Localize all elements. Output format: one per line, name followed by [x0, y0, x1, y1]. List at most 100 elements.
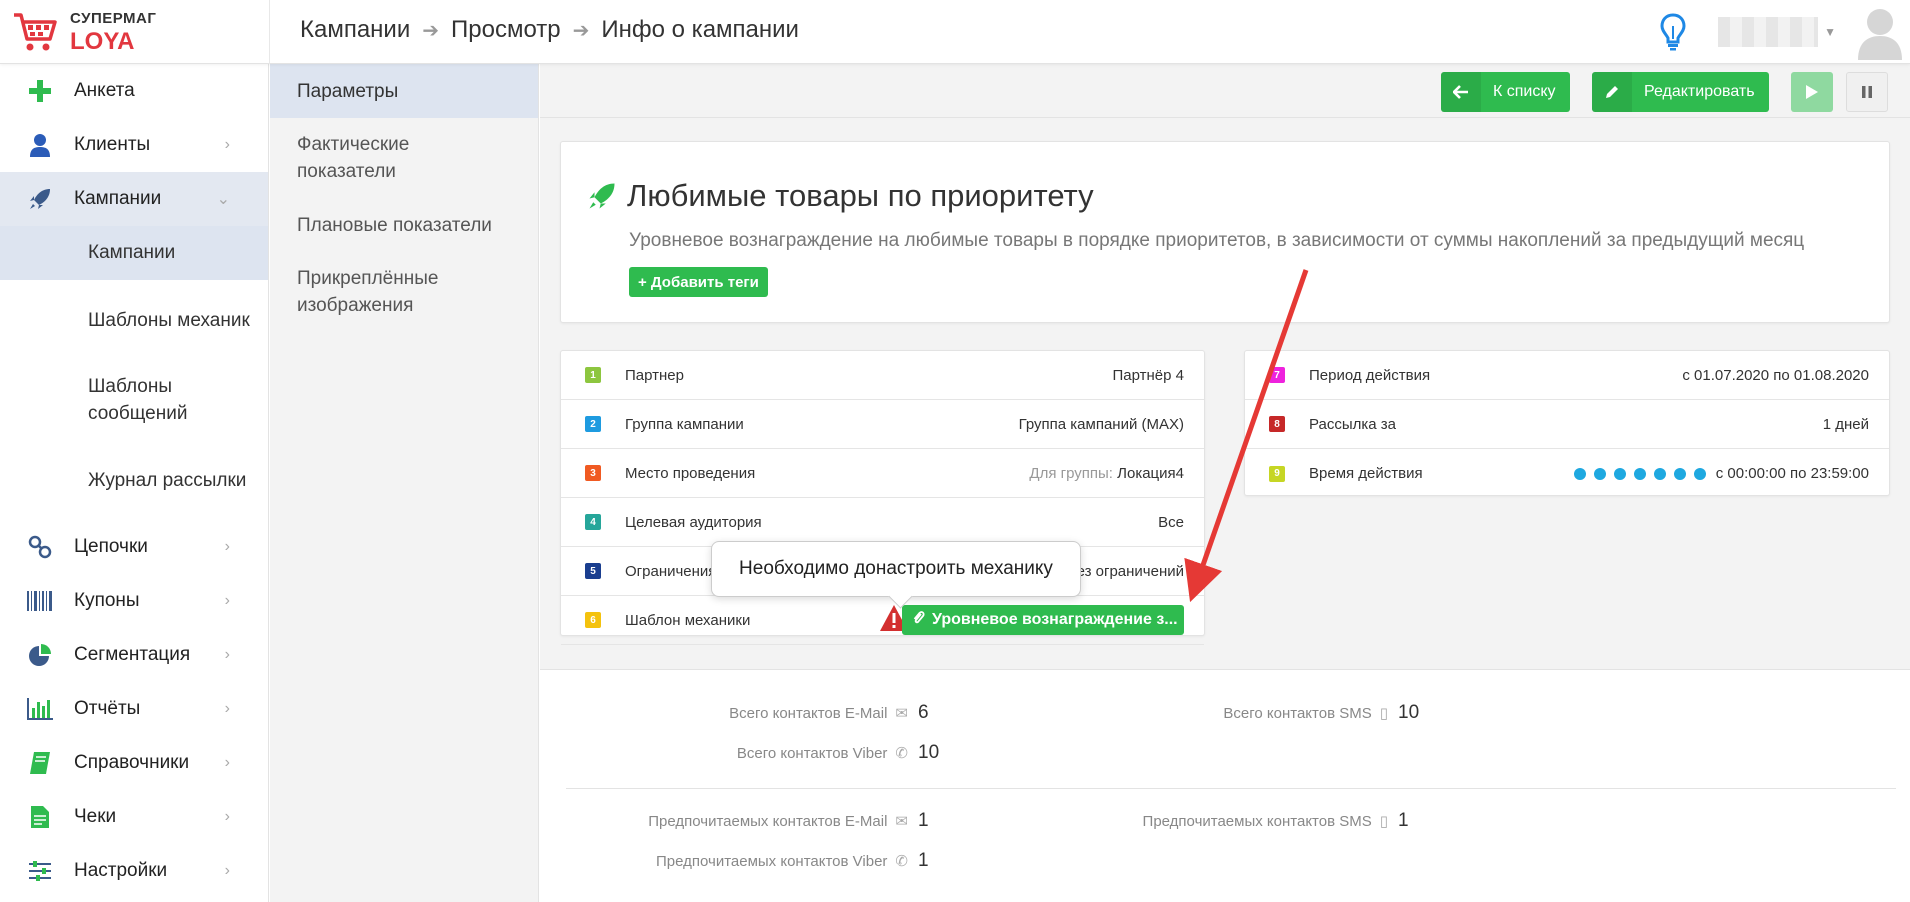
- chevron-right-icon: ›: [224, 646, 230, 663]
- play-button[interactable]: [1791, 72, 1833, 112]
- params-card-right: 7 Период действия с 01.07.2020 по 01.08.…: [1244, 350, 1890, 496]
- rocket-icon: [589, 183, 615, 209]
- stat-label: Предпочитаемых контактов E-Mail: [648, 812, 888, 830]
- back-to-list-button[interactable]: К списку: [1441, 72, 1570, 112]
- stat-label: Всего контактов Viber: [736, 744, 888, 762]
- breadcrumb-campaigns[interactable]: Кампании: [300, 16, 410, 44]
- param-label: Целевая аудитория: [625, 513, 762, 531]
- envelope-icon: ✉: [895, 813, 908, 830]
- stat-label: Всего контактов E-Mail: [729, 704, 888, 722]
- sidebar-subitem-message-templates[interactable]: Шаблоны сообщений: [0, 360, 268, 440]
- param-row: 4 Целевая аудитория Все: [561, 498, 1204, 547]
- chevron-right-icon: ›: [224, 538, 230, 555]
- sidebar-item-label: Справочники: [74, 752, 190, 773]
- pie-chart-icon: [26, 641, 54, 669]
- add-tags-button[interactable]: + Добавить теги: [629, 267, 768, 297]
- param-number-badge: 7: [1269, 367, 1285, 383]
- tab-planned-indicators[interactable]: Плановые показатели: [270, 198, 538, 252]
- stat-email-total: Всего контактов E-Mail ✉ 6: [729, 702, 940, 724]
- chevron-down-icon: ⌄: [216, 191, 230, 208]
- logo-bottom-text: LOYA: [70, 27, 135, 55]
- book-icon: [26, 749, 54, 777]
- top-header: СУПЕРМАГ LOYA Кампании ➔ Просмотр ➔ Инфо…: [0, 0, 1910, 64]
- param-row: 3 Место проведения Для группы: Локация4: [561, 449, 1204, 498]
- stat-value: 1: [918, 850, 929, 871]
- campaign-card: Любимые товары по приоритету Уровневое в…: [560, 141, 1890, 323]
- edit-label: Редактировать: [1644, 83, 1755, 100]
- param-number-badge: 1: [585, 367, 601, 383]
- mechanic-template-button[interactable]: Уровневое вознаграждение з...: [902, 605, 1184, 635]
- link-icon: [26, 533, 54, 561]
- param-value: Без ограничений: [1066, 562, 1184, 580]
- sidebar-item-label: Цепочки: [74, 536, 148, 557]
- pause-button[interactable]: [1846, 72, 1888, 112]
- tab-actual-indicators[interactable]: Фактические показатели: [270, 118, 538, 198]
- pencil-icon: [1592, 72, 1632, 112]
- sidebar-item-label: Чеки: [74, 806, 117, 827]
- sidebar-subitem-mechanic-templates[interactable]: Шаблоны механик: [0, 280, 269, 360]
- sidebar-item-label: Отчёты: [74, 698, 141, 719]
- sliders-icon: [26, 857, 54, 885]
- edit-button[interactable]: Редактировать: [1592, 72, 1769, 112]
- stat-value: 6: [918, 702, 929, 723]
- sidebar-item-campaigns[interactable]: Кампании ⌄: [0, 172, 268, 226]
- tab-parameters[interactable]: Параметры: [270, 64, 538, 118]
- arrow-right-icon: ➔: [422, 19, 440, 42]
- mechanic-template-label: Уровневое вознаграждение з...: [932, 611, 1178, 628]
- bar-chart-icon: [26, 695, 54, 723]
- envelope-icon: ✉: [895, 705, 908, 722]
- avatar[interactable]: [1856, 4, 1904, 60]
- breadcrumb: Кампании ➔ Просмотр ➔ Инфо о кампании: [300, 16, 799, 44]
- stat-value: 1: [1398, 810, 1409, 831]
- stat-label: Всего контактов SMS: [1223, 704, 1372, 722]
- cart-logo-icon: [14, 13, 57, 51]
- sidebar-item-coupons[interactable]: Купоны ›: [0, 574, 268, 628]
- stat-value: 1: [918, 810, 929, 831]
- user-icon: [26, 131, 54, 159]
- param-value: Для группы: Локация4: [1029, 465, 1184, 482]
- sidebar-subitem-campaigns[interactable]: Кампании: [0, 226, 268, 280]
- chevron-right-icon: ›: [224, 592, 230, 609]
- arrow-right-icon: ➔: [572, 19, 590, 42]
- campaign-title-row: Любимые товары по приоритету: [587, 178, 1094, 214]
- sidebar-item-references[interactable]: Справочники ›: [0, 736, 268, 790]
- pause-icon: [1862, 86, 1872, 98]
- param-value-text: Локация4: [1117, 464, 1184, 482]
- param-number-badge: 5: [585, 563, 601, 579]
- mobile-icon: ▯: [1379, 705, 1388, 722]
- stat-viber-total: Всего контактов Viber ✆ 10: [737, 742, 940, 764]
- logo[interactable]: СУПЕРМАГ LOYA: [12, 6, 262, 58]
- tab-attached-images[interactable]: Прикреплённые изображения: [270, 252, 538, 332]
- chevron-right-icon: ›: [224, 862, 230, 879]
- param-value-text: с 00:00:00 по 23:59:00: [1715, 465, 1869, 482]
- breadcrumb-view[interactable]: Просмотр: [451, 16, 561, 44]
- sidebar-item-segmentation[interactable]: Сегментация ›: [0, 628, 268, 682]
- mobile-icon: ▯: [1379, 813, 1388, 830]
- campaign-description: Уровневое вознаграждение на любимые това…: [629, 230, 1805, 251]
- sidebar-item-reports[interactable]: Отчёты ›: [0, 682, 268, 736]
- sidebar-item-chains[interactable]: Цепочки ›: [0, 520, 268, 574]
- param-label: Время действия: [1309, 465, 1423, 482]
- lightbulb-icon[interactable]: [1658, 12, 1688, 52]
- sidebar-item-questionnaire[interactable]: Анкета: [0, 64, 268, 118]
- user-name-blurred[interactable]: [1718, 17, 1819, 47]
- sidebar-item-label: Клиенты: [74, 134, 151, 155]
- rocket-icon: [26, 185, 54, 213]
- sidebar-item-label: Анкета: [74, 80, 135, 101]
- chevron-down-icon[interactable]: ▼: [1824, 25, 1836, 39]
- plus-icon: [26, 77, 54, 105]
- sidebar-item-label: Сегментация: [74, 644, 191, 665]
- logo-top-text: СУПЕРМАГ: [70, 9, 157, 27]
- stat-label: Предпочитаемых контактов SMS: [1142, 812, 1372, 830]
- param-value: Группа кампаний (MAX): [1018, 415, 1184, 433]
- sidebar-item-receipts[interactable]: Чеки ›: [0, 790, 268, 844]
- stat-value: 10: [918, 742, 940, 763]
- param-number-badge: 6: [585, 612, 601, 628]
- param-value: Партнёр 4: [1112, 366, 1184, 384]
- chevron-right-icon: ›: [224, 136, 230, 153]
- sidebar-item-clients[interactable]: Клиенты ›: [0, 118, 268, 172]
- divider: [566, 788, 1896, 789]
- sidebar-subitem-mailing-log[interactable]: Журнал рассылки: [0, 440, 268, 520]
- sidebar-item-settings[interactable]: Настройки ›: [0, 844, 268, 898]
- param-label: Ограничения: [625, 562, 717, 580]
